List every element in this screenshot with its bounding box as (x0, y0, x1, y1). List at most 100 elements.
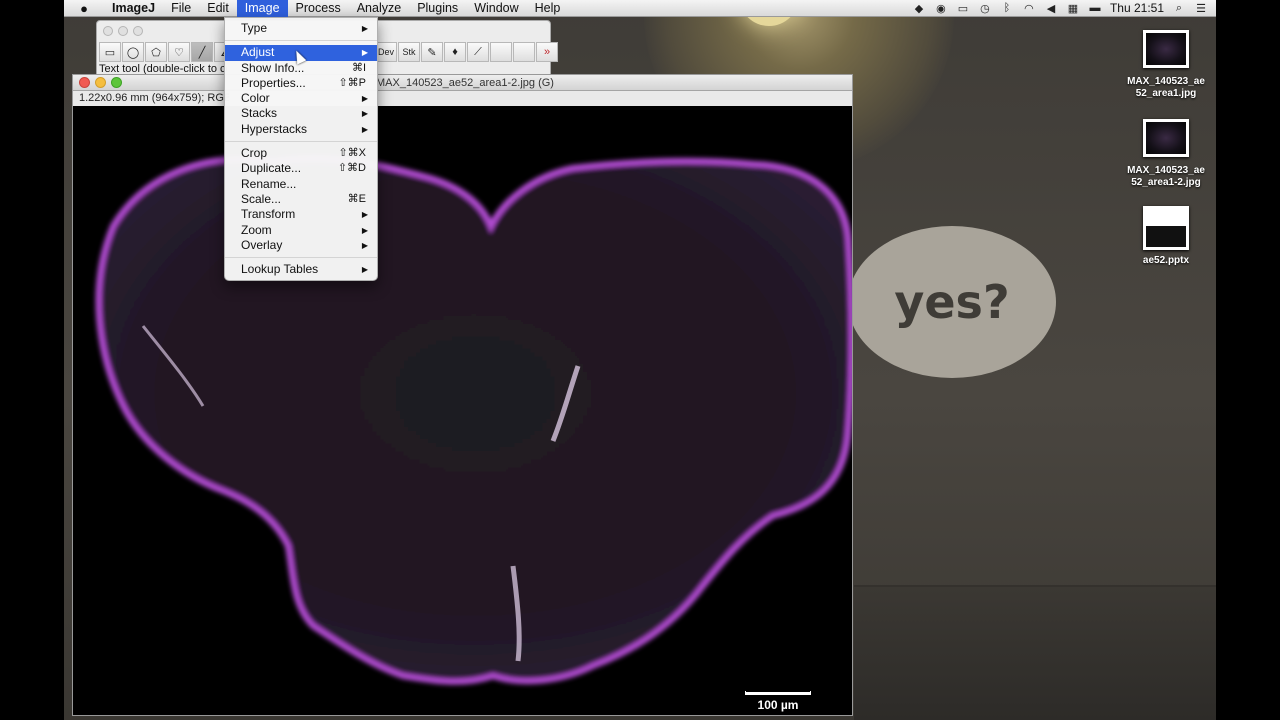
menu-item-duplicate[interactable]: Duplicate... ⇧⌘D (225, 161, 377, 176)
menu-item-label: Type (241, 21, 268, 35)
submenu-arrow-icon: ▶ (361, 225, 368, 235)
image-canvas[interactable]: 100 µm (73, 106, 852, 715)
pencil-tool-icon[interactable]: ✎ (421, 42, 443, 62)
menu-imagej[interactable]: ImageJ (104, 0, 163, 17)
menu-image[interactable]: Image (236, 0, 288, 17)
desktop: yes? MAX_140523_ae 52_area1.jpg MAX_1405… (64, 0, 1216, 720)
image-thumbnail-icon (1143, 119, 1189, 157)
more-tool-icon[interactable]: » (536, 42, 558, 62)
image-window-title: MAX_140523_ae52_area1-2.jpg (G) (376, 77, 554, 89)
menu-items: ImageJ File Edit Image Process Analyze Plugins… (104, 0, 568, 17)
pptx-thumbnail-icon (1143, 206, 1189, 250)
menu-item-label: Rename... (241, 176, 297, 191)
freehand-tool-icon[interactable]: ♡ (168, 42, 190, 62)
record-icon[interactable]: ◉ (934, 2, 948, 15)
menu-file[interactable]: File (163, 0, 199, 17)
close-icon[interactable] (103, 26, 113, 36)
zoom-icon[interactable] (133, 26, 143, 36)
submenu-arrow-icon: ▶ (361, 124, 368, 134)
menu-item-label: Properties... (241, 75, 306, 90)
image-thumbnail-icon (1143, 30, 1189, 68)
close-icon[interactable] (79, 77, 90, 88)
menu-item-shortcut: ⇧⌘P (338, 76, 366, 89)
menu-plugins[interactable]: Plugins (409, 0, 466, 17)
battery-meter-icon[interactable]: ▭ (956, 2, 970, 15)
bluetooth-icon[interactable]: ᛒ (1000, 2, 1014, 14)
desktop-icon-label: 52_area1-2.jpg (1131, 177, 1201, 188)
image-window-titlebar[interactable]: MAX_140523_ae52_area1-2.jpg (G) (73, 75, 852, 91)
speech-text: yes? (894, 275, 1010, 329)
clock[interactable]: Thu 21:51 (1110, 1, 1164, 15)
zoom-icon[interactable] (111, 77, 122, 88)
image-window[interactable]: MAX_140523_ae52_area1-2.jpg (G) 1.22x0.9… (72, 74, 853, 716)
desktop-icon-area1-2[interactable]: MAX_140523_ae 52_area1-2.jpg (1118, 119, 1214, 189)
menu-item-label: Show Info... (241, 60, 305, 75)
empty-tool-icon[interactable] (513, 42, 535, 62)
menu-item-rename[interactable]: Rename... (225, 177, 377, 192)
menu-item-overlay[interactable]: Overlay ▶ (225, 238, 377, 253)
wallpaper-floor (854, 585, 1216, 720)
submenu-arrow-icon: ▶ (361, 48, 368, 58)
tissue-outline (95, 154, 852, 685)
apple-icon[interactable]: ● (64, 1, 104, 16)
menu-item-type[interactable]: Type ▶ (225, 21, 377, 36)
desktop-icon-label: 52_area1.jpg (1135, 88, 1197, 99)
menu-separator (225, 36, 377, 45)
desktop-icon-area1[interactable]: MAX_140523_ae 52_area1.jpg (1118, 30, 1214, 100)
submenu-arrow-icon: ▶ (361, 210, 368, 220)
keyboard-icon[interactable]: ▦ (1066, 2, 1080, 15)
menu-process[interactable]: Process (288, 0, 349, 17)
menu-item-crop[interactable]: Crop ⇧⌘X (225, 146, 377, 161)
speech-bubble: yes? (848, 226, 1056, 378)
menu-item-stacks[interactable]: Stacks ▶ (225, 106, 377, 121)
menu-item-show-info[interactable]: Show Info... ⌘I (225, 61, 377, 76)
dropbox-icon[interactable]: ◆ (912, 2, 926, 15)
menu-item-label: Duplicate... (241, 161, 302, 176)
flood-fill-tool-icon[interactable]: ♦ (444, 42, 466, 62)
menu-item-transform[interactable]: Transform ▶ (225, 207, 377, 222)
menu-item-lookup-tables[interactable]: Lookup Tables ▶ (225, 262, 377, 277)
menu-item-label: Crop (241, 146, 268, 161)
menu-window[interactable]: Window (466, 0, 526, 17)
menu-item-color[interactable]: Color ▶ (225, 91, 377, 106)
menu-analyze[interactable]: Analyze (349, 0, 409, 17)
rectangle-tool-icon[interactable]: ▭ (99, 42, 121, 62)
menu-item-label: Hyperstacks (241, 121, 308, 136)
menu-item-shortcut: ⇧⌘X (338, 147, 366, 160)
stk-tool-icon[interactable]: Stk (398, 42, 420, 62)
minimize-icon[interactable] (95, 77, 106, 88)
menu-help[interactable]: Help (527, 0, 569, 17)
menu-item-label: Adjust (241, 45, 275, 60)
menu-item-label: Transform (241, 207, 296, 222)
desktop-icon-pptx[interactable]: ae52.pptx (1118, 206, 1214, 267)
minimize-icon[interactable] (118, 26, 128, 36)
battery-icon[interactable]: ▬ (1088, 2, 1102, 14)
volume-icon[interactable]: ◀ (1044, 2, 1058, 15)
submenu-arrow-icon: ▶ (361, 24, 368, 33)
menu-item-shortcut: ⌘E (347, 192, 366, 205)
image-info-line: 1.22x0.96 mm (964x759); RGB; 2.8MB (79, 92, 229, 104)
wifi-icon[interactable]: ◠ (1022, 2, 1036, 15)
menu-item-properties[interactable]: Properties... ⇧⌘P (225, 76, 377, 91)
submenu-arrow-icon: ▶ (361, 94, 368, 104)
polygon-tool-icon[interactable]: ⬠ (145, 42, 167, 62)
desktop-icon-label: MAX_140523_ae (1127, 76, 1205, 87)
notification-list-icon[interactable]: ☰ (1194, 2, 1208, 15)
menu-item-label: Color (241, 91, 270, 106)
menu-item-zoom[interactable]: Zoom ▶ (225, 223, 377, 238)
submenu-arrow-icon: ▶ (361, 109, 368, 119)
menu-item-scale[interactable]: Scale... ⌘E (225, 192, 377, 207)
oval-tool-icon[interactable]: ◯ (122, 42, 144, 62)
empty-tool-icon[interactable] (490, 42, 512, 62)
spotlight-search-icon[interactable]: ⌕ (1172, 2, 1186, 15)
time-machine-icon[interactable]: ◷ (978, 2, 992, 15)
dev-tool-icon[interactable]: Dev (375, 42, 397, 62)
menu-bar: ● ImageJ File Edit Image Process Analyze Plugi… (64, 0, 1216, 17)
submenu-arrow-icon: ▶ (361, 240, 368, 250)
menu-item-hyperstacks[interactable]: Hyperstacks ▶ (225, 122, 377, 137)
dropper-tool-icon[interactable]: ⟋ (467, 42, 489, 62)
line-tool-icon[interactable]: ╱ (191, 42, 213, 62)
menu-item-label: Scale... (241, 191, 282, 206)
menu-item-label: Stacks (241, 106, 278, 121)
menu-edit[interactable]: Edit (199, 0, 237, 17)
